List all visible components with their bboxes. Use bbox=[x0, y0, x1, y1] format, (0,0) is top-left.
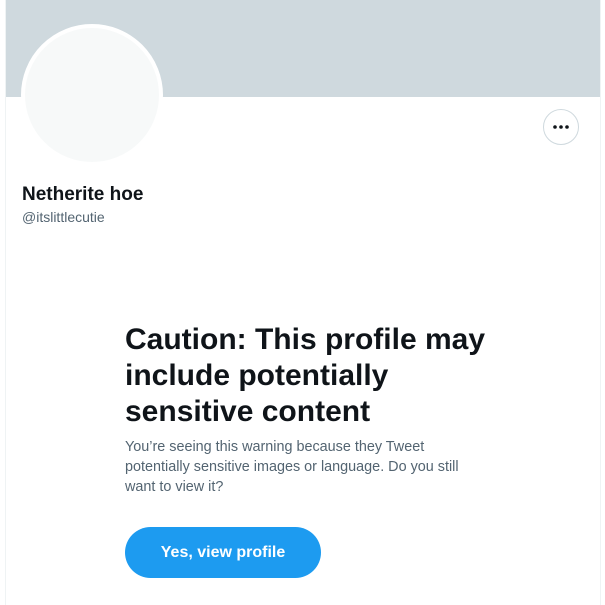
profile-page: Netherite hoe @itslittlecutie Caution: T… bbox=[0, 0, 605, 605]
profile-handle: @itslittlecutie bbox=[22, 209, 105, 225]
profile-display-name: Netherite hoe bbox=[22, 184, 144, 205]
avatar[interactable] bbox=[21, 24, 163, 166]
more-horizontal-icon bbox=[553, 125, 569, 129]
view-profile-button[interactable]: Yes, view profile bbox=[125, 527, 321, 578]
more-options-button[interactable] bbox=[543, 109, 579, 145]
column-divider-right bbox=[600, 0, 601, 605]
sensitive-content-warning-body: You’re seeing this warning because they … bbox=[125, 439, 459, 495]
sensitive-content-warning-title: Caution: This profile may include potent… bbox=[125, 323, 486, 428]
